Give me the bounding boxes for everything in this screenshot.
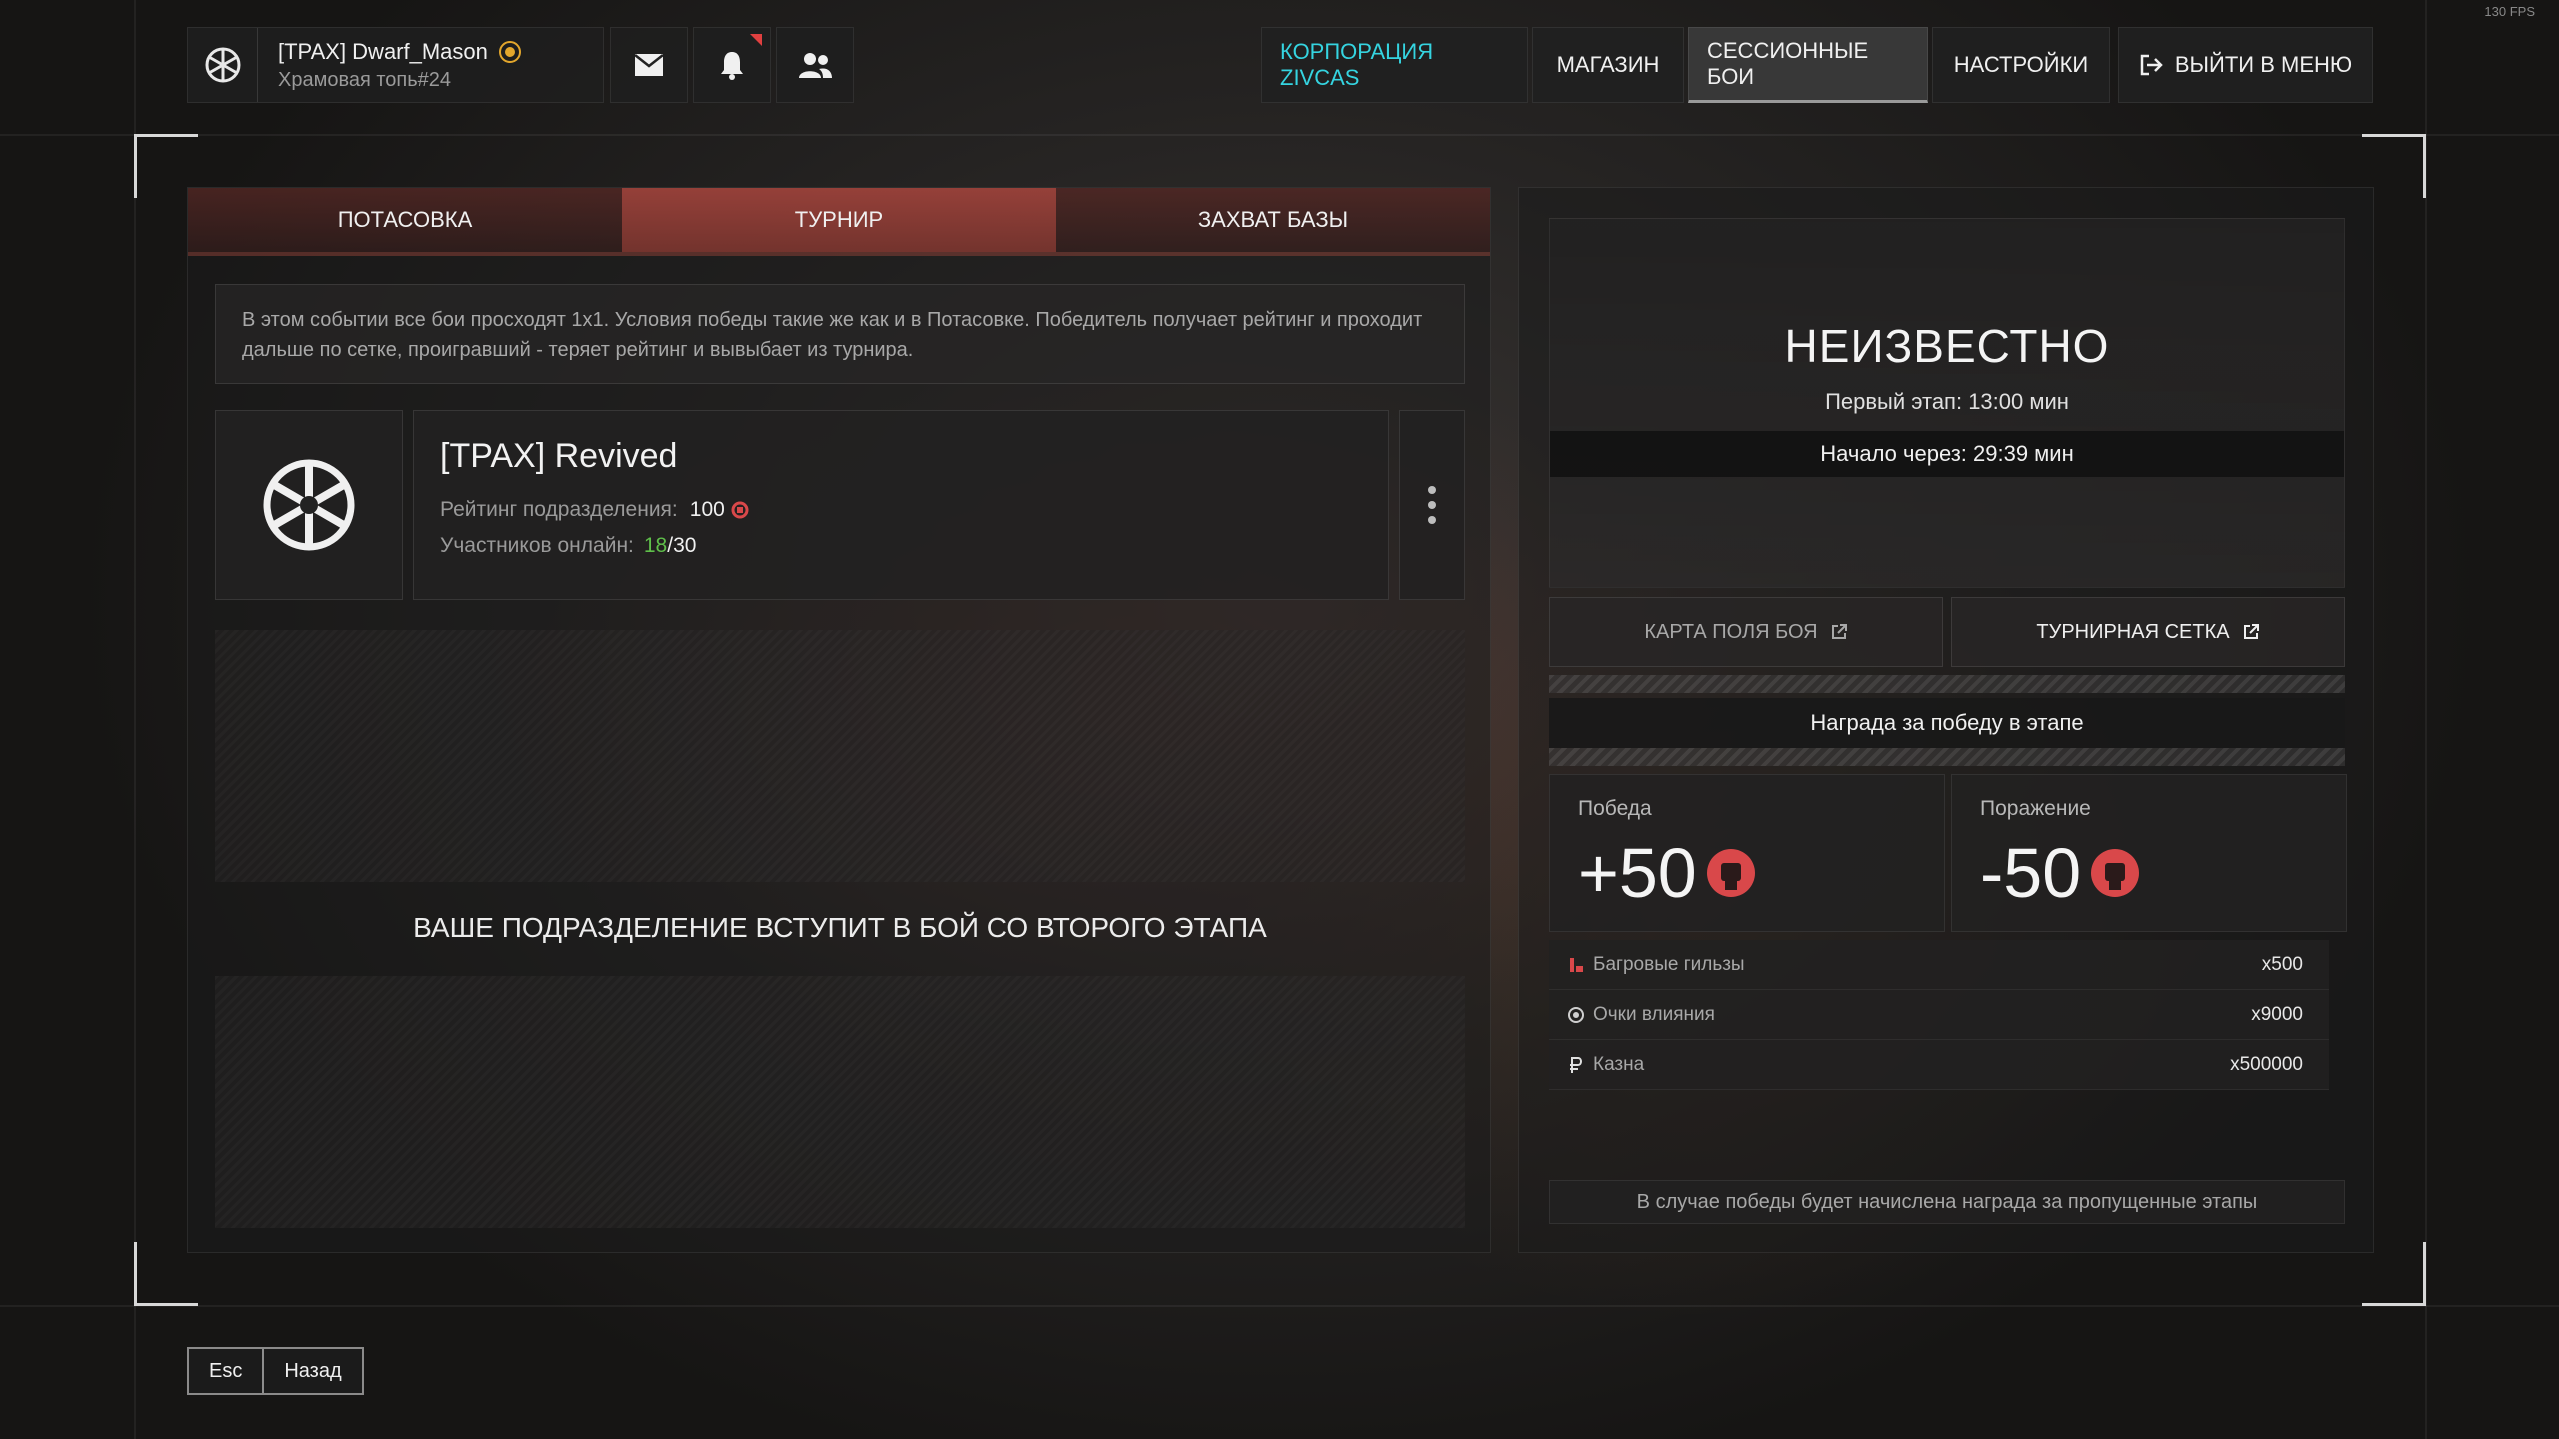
unit-rating-label: Рейтинг подразделения: [440,498,678,521]
unit-online-current: 18 [643,534,668,557]
list-item: Очки влияния x9000 [1549,990,2329,1040]
tournament-bracket-button[interactable]: ТУРНИРНАЯ СЕТКА [1951,597,2345,667]
loss-penalty-card: Поражение -50 [1951,774,2347,932]
tab-tournament[interactable]: ТУРНИР [622,188,1056,252]
frame-line [2425,0,2427,1439]
treasury-icon [1570,1056,1582,1073]
unit-options-button[interactable] [1399,410,1465,600]
divider-stripe [1549,675,2345,693]
main-nav: КОРПОРАЦИЯ ZIVCAS МАГАЗИН СЕССИОННЫЕ БОИ… [1261,27,2114,103]
reward-name: Багровые гильзы [1593,953,1745,975]
loss-value: -50 [1980,834,2082,912]
first-stage-time: Первый этап: 13:00 мин [1825,389,2069,414]
opponent-slot-lower [215,976,1465,1228]
divider-stripe [1549,748,2345,766]
nav-corporation[interactable]: КОРПОРАЦИЯ ZIVCAS [1261,27,1528,103]
start-countdown: Начало через: 29:39 мин [1550,431,2344,477]
frame-line [0,134,2559,136]
skipped-stages-note: В случае победы будет начислена награда … [1549,1180,2345,1224]
battle-map-button[interactable]: КАРТА ПОЛЯ БОЯ [1549,597,1943,667]
back-button[interactable]: Назад [262,1349,362,1393]
crimson-shells-icon [1570,957,1583,972]
users-icon [799,53,832,78]
unit-name: [TPAX] Revived [440,437,678,475]
win-value: +50 [1578,834,1697,912]
notification-indicator [750,34,762,46]
unit-card: [TPAX] Revived Рейтинг подразделения: 10… [413,410,1389,600]
key-hints: Esc Назад [187,1347,364,1395]
frame-line [134,0,136,1439]
tab-base-capture[interactable]: ЗАХВАТ БАЗЫ [1056,188,1490,252]
exit-label: ВЫЙТИ В МЕНЮ [2174,52,2353,77]
fist-rating-icon [1706,849,1755,897]
reward-list: Багровые гильзы x500 Очки влияния x9000 … [1549,940,2329,1090]
nav-shop[interactable]: МАГАЗИН [1532,27,1684,103]
unit-online-max: 30 [673,534,697,557]
reward-name: Казна [1593,1053,1645,1075]
more-dots-icon [1428,516,1436,524]
win-label: Победа [1578,797,1652,820]
reward-name: Очки влияния [1593,1003,1715,1025]
more-dots-icon [1428,486,1436,494]
unit-online-label: Участников онлайн: [440,534,634,557]
event-panel: ПОТАСОВКА ТУРНИР ЗАХВАТ БАЗЫ В этом собы… [187,187,1491,1253]
unit-emblem-icon [215,410,403,600]
influence-points-icon [1568,1006,1584,1023]
bracket-label: ТУРНИРНАЯ СЕТКА [2036,620,2230,643]
fps-counter: 130 FPS [2484,4,2535,19]
friends-button[interactable] [776,27,854,103]
reward-header: Награда за победу в этапе [1549,698,2345,748]
bell-icon [721,52,743,80]
list-item: Казна x500000 [1549,1040,2329,1090]
exit-nav: ВЫЙТИ В МЕНЮ [2118,27,2377,103]
tournament-panel: НЕИЗВЕСТНО Первый этап: 13:00 мин Начало… [1518,187,2374,1253]
tab-brawl[interactable]: ПОТАСОВКА [188,188,622,252]
nav-settings[interactable]: НАСТРОЙКИ [1932,27,2110,103]
reward-qty: x9000 [2251,1003,2303,1025]
frame-line [0,1305,2559,1307]
profile-card[interactable]: [TPAX] Dwarf_Mason Храмовая топь#24 [187,27,604,103]
unit-rating-value: 100 [689,498,725,521]
player-location: Храмовая топь#24 [278,68,452,91]
battle-map-label: КАРТА ПОЛЯ БОЯ [1644,620,1818,643]
win-reward-card: Победа +50 [1549,774,1945,932]
reward-qty: x500000 [2230,1053,2303,1075]
unit-rating-row: Рейтинг подразделения: 100 [440,498,1362,522]
clan-emblem-icon [188,28,258,102]
esc-key-hint[interactable]: Esc [189,1349,263,1393]
mail-icon [634,54,664,76]
tournament-status: НЕИЗВЕСТНО [1784,320,2110,372]
nav-session-battles[interactable]: СЕССИОННЫЕ БОИ [1688,27,1928,103]
mail-button[interactable] [610,27,688,103]
reward-qty: x500 [2261,953,2303,975]
notifications-button[interactable] [693,27,771,103]
player-nickname: [TPAX] Dwarf_Mason [278,38,488,64]
unit-online-row: Участников онлайн: 18 / 30 [440,534,1362,558]
more-dots-icon [1428,501,1436,509]
exit-to-menu-button[interactable]: ВЫЙТИ В МЕНЮ [2118,27,2373,103]
rank-badge-icon [498,40,521,63]
stage-message: ВАШЕ ПОДРАЗДЕЛЕНИЕ ВСТУПИТ В БОЙ СО ВТОР… [413,912,1267,943]
rating-icon [731,501,749,519]
event-description: В этом событии все бои просходят 1x1. Ус… [215,284,1465,384]
loss-label: Поражение [1980,797,2091,820]
tournament-status-card: НЕИЗВЕСТНО Первый этап: 13:00 мин Начало… [1549,218,2345,588]
external-link-icon [2243,624,2259,639]
opponent-slot-upper [215,630,1465,882]
list-item: Багровые гильзы x500 [1549,940,2329,990]
exit-icon [2140,54,2163,76]
external-link-icon [1831,624,1847,639]
event-tabs: ПОТАСОВКА ТУРНИР ЗАХВАТ БАЗЫ [188,188,1490,256]
fist-rating-icon [2091,849,2140,897]
